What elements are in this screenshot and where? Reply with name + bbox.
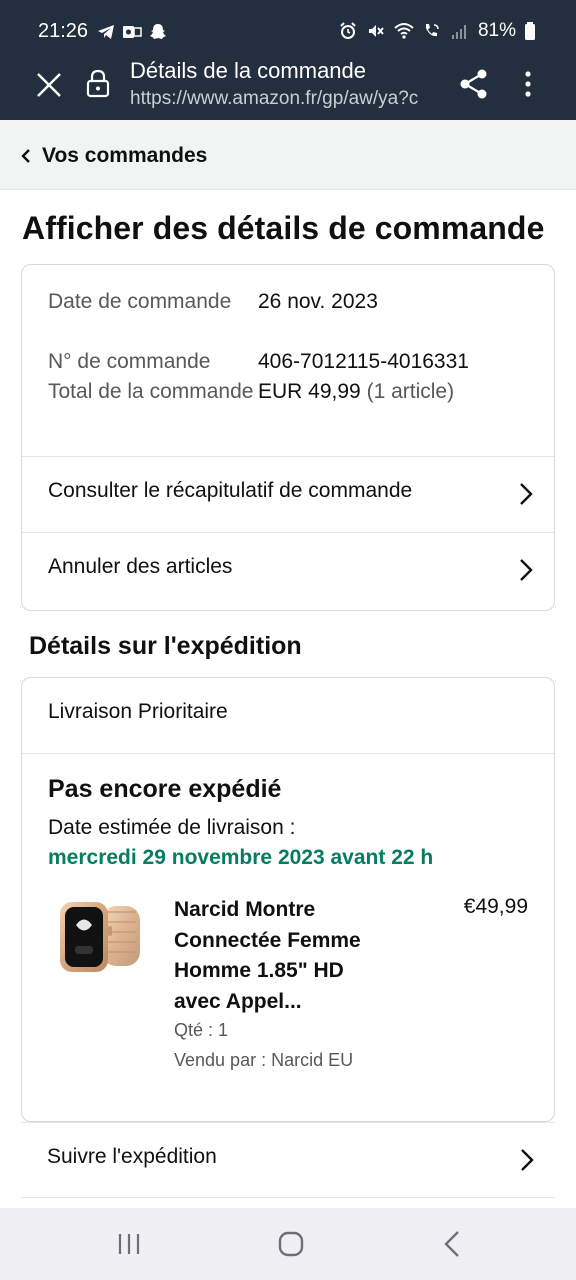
product-seller: Vendu par : Narcid EU	[174, 1050, 354, 1070]
home-icon[interactable]	[274, 1228, 308, 1260]
cancel-items-label: Annuler des articles	[48, 555, 233, 578]
product-quantity: Qté : 1	[174, 1020, 229, 1040]
close-icon[interactable]	[34, 70, 64, 100]
chevron-left-icon	[21, 149, 30, 163]
page-title: Afficher des détails de commande	[22, 210, 545, 246]
order-summary-link[interactable]: Consulter le récapitulatif de commande	[22, 456, 554, 532]
shipping-method: Livraison Prioritaire	[48, 700, 228, 723]
recent-apps-icon[interactable]	[112, 1228, 146, 1260]
track-shipment-label: Suivre l'expédition	[47, 1145, 217, 1168]
status-bar: 21:26 81%	[0, 0, 576, 52]
shipment-status: Pas encore expédié	[48, 775, 282, 803]
divider	[22, 753, 554, 754]
lock-icon[interactable]	[86, 68, 110, 98]
wifi-call-icon	[425, 24, 439, 37]
snapchat-icon	[150, 24, 166, 39]
battery-percent: 81%	[477, 20, 516, 41]
product-price: €49,99	[463, 895, 528, 918]
system-icons: 81%	[338, 20, 536, 42]
order-number-row: N° de commande 406-7012115-4016331	[48, 347, 528, 377]
delivery-estimate-date: mercredi 29 novembre 2023 avant 22 h	[48, 846, 434, 869]
order-total-row: Total de la commande EUR 49,99 (1 articl…	[48, 377, 528, 407]
system-navigation-bar	[0, 1208, 576, 1280]
shipment-card: Livraison Prioritaire Pas encore expédié…	[21, 677, 555, 1122]
chevron-right-icon	[520, 559, 533, 581]
browser-toolbar: Détails de la commande https://www.amazo…	[0, 52, 576, 120]
telegram-icon	[98, 25, 114, 39]
order-date-label: Date de commande	[48, 290, 232, 313]
delivery-estimate-label: Date estimée de livraison :	[48, 816, 296, 839]
mute-icon	[368, 25, 384, 37]
order-total-value-wrap: EUR 49,99 (1 article)	[258, 377, 454, 407]
product-title[interactable]: Narcid Montre Connectée Femme Homme 1.85…	[174, 895, 394, 1017]
order-date-value: 26 nov. 2023	[258, 290, 378, 313]
track-shipment-link[interactable]: Suivre l'expédition	[21, 1122, 555, 1198]
alarm-icon	[340, 22, 356, 39]
more-options-icon[interactable]	[516, 68, 540, 100]
wifi-icon	[394, 23, 414, 39]
order-summary-label: Consulter le récapitulatif de commande	[48, 479, 413, 502]
signal-icon	[451, 25, 466, 39]
chevron-right-icon	[521, 1149, 534, 1171]
battery-icon	[525, 22, 535, 40]
share-icon[interactable]	[458, 68, 490, 100]
browser-url[interactable]: https://www.amazon.fr/gp/aw/ya?c	[130, 88, 440, 110]
back-icon[interactable]	[436, 1228, 470, 1260]
order-total-value: EUR 49,99	[258, 380, 361, 403]
notification-icons	[96, 22, 168, 42]
order-total-label: Total de la commande	[48, 380, 254, 403]
order-date-row: Date de commande 26 nov. 2023	[48, 287, 528, 347]
order-number-label: N° de commande	[48, 350, 211, 373]
order-number-value: 406-7012115-4016331	[258, 350, 469, 373]
browser-page-title: Détails de la commande	[130, 58, 367, 83]
chevron-right-icon	[520, 483, 533, 505]
order-info-grid: Date de commande 26 nov. 2023 N° de comm…	[48, 287, 528, 407]
order-item-count: (1 article)	[366, 380, 455, 403]
order-info-card: Date de commande 26 nov. 2023 N° de comm…	[21, 264, 555, 611]
back-label: Vos commandes	[42, 144, 208, 167]
back-to-orders[interactable]: Vos commandes	[0, 120, 576, 190]
status-time: 21:26	[38, 20, 89, 42]
outlook-icon	[123, 26, 142, 38]
shipment-section-title: Détails sur l'expédition	[29, 632, 302, 660]
product-image[interactable]	[54, 892, 144, 996]
cancel-items-link[interactable]: Annuler des articles	[22, 532, 554, 608]
